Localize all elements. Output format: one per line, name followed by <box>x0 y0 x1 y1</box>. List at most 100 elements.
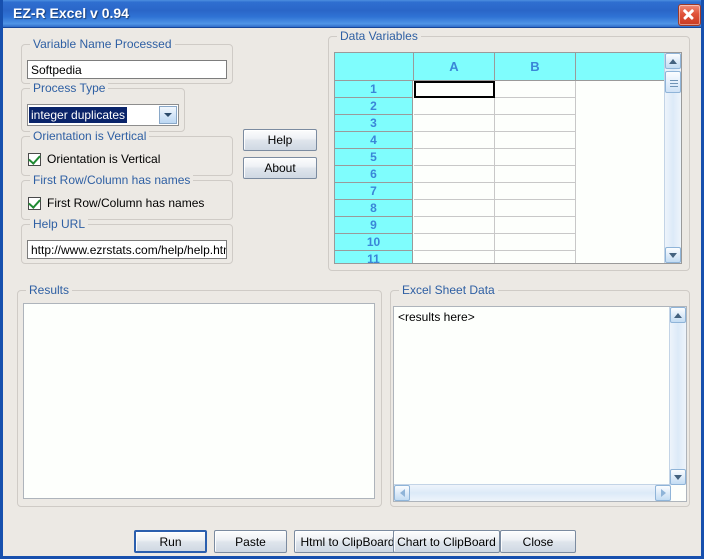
grid-corner-header <box>335 53 414 81</box>
results-legend: Results <box>26 283 73 297</box>
grid-cell-a6[interactable] <box>414 166 495 183</box>
data-grid[interactable]: A B 1 2 3 4 5 6 7 8 9 10 11 <box>334 52 682 264</box>
scroll-down-arrow <box>669 253 677 258</box>
table-row: 10 <box>335 234 666 251</box>
orientation-checkbox-row[interactable]: Orientation is Vertical <box>28 151 161 166</box>
data-grid-vscrollbar[interactable] <box>664 53 681 263</box>
table-row: 1 <box>335 81 666 98</box>
grid-cell-filler <box>576 81 666 98</box>
process-type-legend: Process Type <box>30 81 109 95</box>
grid-cell-a11[interactable] <box>414 251 495 263</box>
grid-cell-filler <box>576 149 666 166</box>
table-row: 7 <box>335 183 666 200</box>
application-window: EZ-R Excel v 0.94 Variable Name Processe… <box>0 0 704 559</box>
process-type-selected-value: integer duplicates <box>29 107 128 123</box>
grid-cell-a9[interactable] <box>414 217 495 234</box>
grid-cell-a8[interactable] <box>414 200 495 217</box>
table-row: 6 <box>335 166 666 183</box>
grid-cell-filler <box>576 200 666 217</box>
orientation-checkbox-label: Orientation is Vertical <box>47 152 161 166</box>
html-to-clipboard-button[interactable]: Html to ClipBoard <box>294 530 401 553</box>
check-icon <box>28 195 41 209</box>
help-button[interactable]: Help <box>243 129 317 151</box>
grid-row-header[interactable]: 4 <box>335 132 413 149</box>
help-url-input[interactable]: http://www.ezrstats.com/help/help.htm <box>27 240 227 259</box>
data-grid-viewport: A B 1 2 3 4 5 6 7 8 9 10 11 <box>335 53 666 263</box>
data-grid-vscroll-thumb[interactable] <box>665 71 681 93</box>
grid-cell-b6[interactable] <box>495 166 576 183</box>
grid-cell-b5[interactable] <box>495 149 576 166</box>
grid-row-header[interactable]: 7 <box>335 183 413 200</box>
grid-cell-b4[interactable] <box>495 132 576 149</box>
grid-row-header[interactable]: 3 <box>335 115 413 132</box>
grid-cell-filler <box>576 98 666 115</box>
table-row: 5 <box>335 149 666 166</box>
grid-row-header[interactable]: 9 <box>335 217 413 234</box>
grid-cell-b7[interactable] <box>495 183 576 200</box>
process-type-select[interactable]: integer duplicates <box>27 104 179 126</box>
scroll-down-icon[interactable] <box>665 247 681 263</box>
run-button[interactable]: Run <box>134 530 207 553</box>
grid-cell-b9[interactable] <box>495 217 576 234</box>
scroll-up-arrow <box>674 313 682 318</box>
first-row-checkbox-row[interactable]: First Row/Column has names <box>28 195 204 210</box>
grid-cell-filler <box>576 234 666 251</box>
title-bar: EZ-R Excel v 0.94 <box>3 0 701 28</box>
excel-sheet-vscrollbar[interactable] <box>669 307 686 485</box>
grid-cell-a3[interactable] <box>414 115 495 132</box>
scroll-down-icon[interactable] <box>670 469 686 485</box>
scroll-up-icon[interactable] <box>665 53 681 69</box>
grid-cell-a5[interactable] <box>414 149 495 166</box>
grid-cell-b8[interactable] <box>495 200 576 217</box>
paste-button[interactable]: Paste <box>214 530 287 553</box>
table-row: 9 <box>335 217 666 234</box>
grid-row-header[interactable]: 6 <box>335 166 413 183</box>
grid-row-header[interactable]: 8 <box>335 200 413 217</box>
orientation-checkbox[interactable] <box>28 151 41 166</box>
scroll-up-arrow <box>669 59 677 64</box>
first-row-checkbox[interactable] <box>28 195 41 210</box>
grid-row-header[interactable]: 5 <box>335 149 413 166</box>
grid-cell-a7[interactable] <box>414 183 495 200</box>
chart-to-clipboard-button[interactable]: Chart to ClipBoard <box>393 530 500 553</box>
grid-cell-filler <box>576 115 666 132</box>
grid-cell-b1[interactable] <box>495 81 576 98</box>
chevron-down-icon[interactable] <box>159 106 177 124</box>
variable-name-legend: Variable Name Processed <box>30 37 175 51</box>
results-output[interactable] <box>23 303 375 499</box>
grid-row-header[interactable]: 2 <box>335 98 413 115</box>
grid-row-header[interactable]: 10 <box>335 234 413 251</box>
grid-cell-b11[interactable] <box>495 251 576 263</box>
scroll-right-arrow <box>661 489 666 497</box>
grid-cell-a1[interactable] <box>414 81 495 98</box>
grid-cell-a4[interactable] <box>414 132 495 149</box>
grid-cell-filler <box>576 166 666 183</box>
scroll-up-icon[interactable] <box>670 307 686 323</box>
grid-row-header[interactable]: 11 <box>335 251 413 263</box>
excel-sheet-output[interactable]: <results here> <box>393 306 687 502</box>
table-row: 11 <box>335 251 666 263</box>
data-grid-header-row: A B <box>335 53 666 81</box>
table-row: 4 <box>335 132 666 149</box>
orientation-legend: Orientation is Vertical <box>30 129 150 143</box>
grid-cell-b10[interactable] <box>495 234 576 251</box>
grid-col-header-b[interactable]: B <box>495 53 576 81</box>
grid-col-header-a[interactable]: A <box>414 53 495 81</box>
scroll-right-icon[interactable] <box>655 485 671 501</box>
close-icon[interactable] <box>678 4 701 26</box>
table-row: 3 <box>335 115 666 132</box>
variable-name-input[interactable]: Softpedia <box>27 60 227 79</box>
scroll-left-icon[interactable] <box>394 485 410 501</box>
scroll-left-arrow <box>400 489 405 497</box>
grid-cell-a10[interactable] <box>414 234 495 251</box>
table-row: 8 <box>335 200 666 217</box>
grid-cell-b3[interactable] <box>495 115 576 132</box>
grid-cell-b2[interactable] <box>495 98 576 115</box>
about-button[interactable]: About <box>243 157 317 179</box>
grid-cell-a2[interactable] <box>414 98 495 115</box>
help-url-legend: Help URL <box>30 217 89 231</box>
close-button[interactable]: Close <box>500 530 576 553</box>
grid-row-header[interactable]: 1 <box>335 81 413 98</box>
data-variables-legend: Data Variables <box>337 29 421 43</box>
excel-sheet-hscrollbar[interactable] <box>394 484 671 501</box>
